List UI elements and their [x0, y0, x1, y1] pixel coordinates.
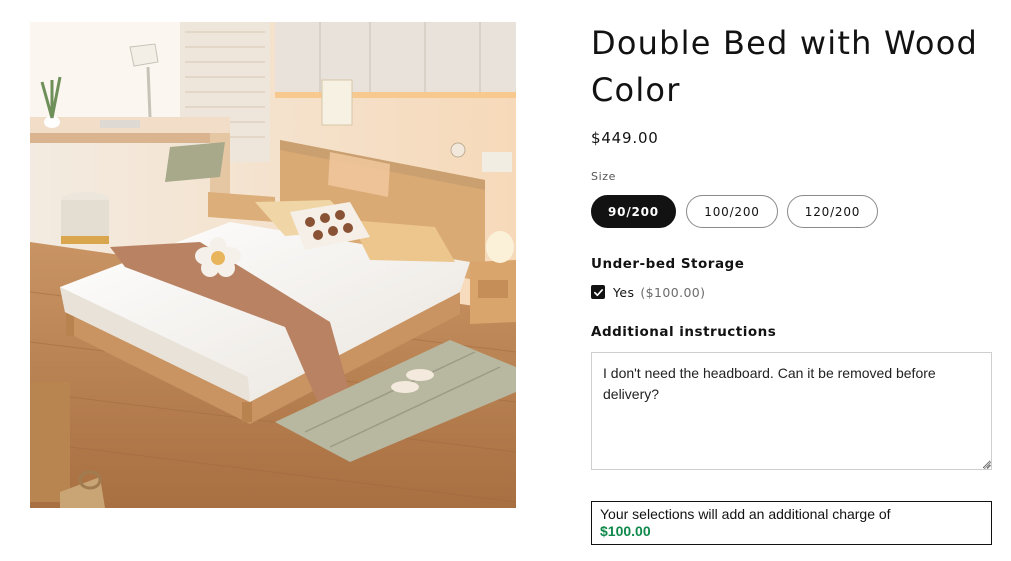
product-title: Double Bed with Wood Color: [591, 24, 978, 109]
product-image[interactable]: [30, 22, 516, 508]
additional-charge-notice: Your selections will add an additional c…: [591, 501, 992, 545]
resize-handle-icon[interactable]: [983, 461, 991, 469]
size-label: Size: [591, 170, 616, 183]
storage-label: Under-bed Storage: [591, 256, 745, 272]
size-option-100-200[interactable]: 100/200: [686, 195, 778, 228]
bedroom-illustration: [30, 22, 516, 508]
storage-option[interactable]: Yes ($100.00): [591, 283, 705, 301]
check-icon: [593, 288, 603, 296]
storage-checkbox[interactable]: [591, 285, 605, 299]
storage-option-label: Yes: [613, 284, 635, 300]
charge-text: Your selections will add an additional c…: [600, 506, 891, 522]
product-page: Double Bed with Wood Color $449.00 Size …: [0, 0, 1011, 561]
size-option-120-200[interactable]: 120/200: [787, 195, 878, 228]
storage-option-price: ($100.00): [640, 284, 706, 300]
size-option-90-200[interactable]: 90/200: [591, 195, 676, 228]
product-price: $449.00: [591, 129, 659, 147]
instructions-label: Additional instructions: [591, 324, 777, 340]
charge-amount: $100.00: [600, 523, 651, 539]
instructions-textarea[interactable]: I don't need the headboard. Can it be re…: [591, 352, 992, 470]
